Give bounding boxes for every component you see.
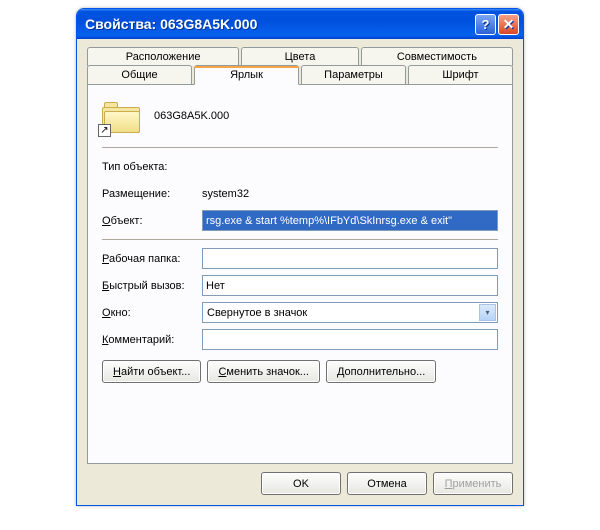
runmode-value: Свернутое в значок (203, 307, 311, 319)
ok-button[interactable]: OK (261, 472, 341, 495)
target-label: Объект: (102, 215, 202, 227)
apply-button[interactable]: Применить (433, 472, 513, 495)
location-label: Размещение: (102, 188, 202, 200)
close-button[interactable]: ✕ (498, 14, 519, 35)
shortcut-overlay-icon: ↗ (98, 124, 111, 137)
comment-label: Комментарий: (102, 334, 202, 346)
advanced-button[interactable]: Дополнительно... (326, 360, 436, 383)
divider (102, 239, 498, 240)
tab-options[interactable]: Параметры (301, 65, 406, 85)
find-target-button[interactable]: Найти объект... (102, 360, 201, 383)
help-button[interactable]: ? (475, 14, 496, 35)
runmode-select[interactable]: Свернутое в значок ▾ (202, 302, 498, 323)
folder-shortcut-icon: ↗ (102, 99, 140, 133)
runmode-label: Окно: (102, 307, 202, 319)
tab-colors[interactable]: Цвета (241, 47, 359, 66)
tabs-row-back: Расположение Цвета Совместимость (87, 47, 513, 66)
tab-compat[interactable]: Совместимость (361, 47, 513, 66)
chevron-down-icon[interactable]: ▾ (479, 304, 496, 321)
file-name-label: 063G8A5K.000 (154, 110, 229, 122)
tabs-row-front: Общие Ярлык Параметры Шрифт (87, 65, 513, 85)
cancel-button[interactable]: Отмена (347, 472, 427, 495)
type-label: Тип объекта: (102, 161, 202, 173)
comment-input[interactable] (202, 329, 498, 350)
change-icon-button[interactable]: Сменить значок... (207, 360, 320, 383)
hotkey-label: Быстрый вызов: (102, 280, 202, 292)
tab-font[interactable]: Шрифт (408, 65, 513, 85)
tab-general[interactable]: Общие (87, 65, 192, 85)
client-area: Расположение Цвета Совместимость Общие Я… (77, 39, 523, 505)
dialog-buttons: OK Отмена Применить (87, 472, 513, 495)
window-title: Свойства: 063G8A5K.000 (85, 16, 473, 32)
titlebar[interactable]: Свойства: 063G8A5K.000 ? ✕ (77, 9, 523, 39)
tab-shortcut[interactable]: Ярлык (194, 65, 299, 85)
divider (102, 147, 498, 148)
properties-dialog: Свойства: 063G8A5K.000 ? ✕ Расположение … (76, 8, 524, 506)
tab-panel-shortcut: ↗ 063G8A5K.000 Тип объекта: Размещение: … (87, 84, 513, 464)
workdir-input[interactable] (202, 248, 498, 269)
target-input[interactable] (202, 210, 498, 231)
hotkey-input[interactable] (202, 275, 498, 296)
workdir-label: Рабочая папка: (102, 253, 202, 265)
location-value: system32 (202, 188, 249, 200)
tab-location[interactable]: Расположение (87, 47, 239, 66)
